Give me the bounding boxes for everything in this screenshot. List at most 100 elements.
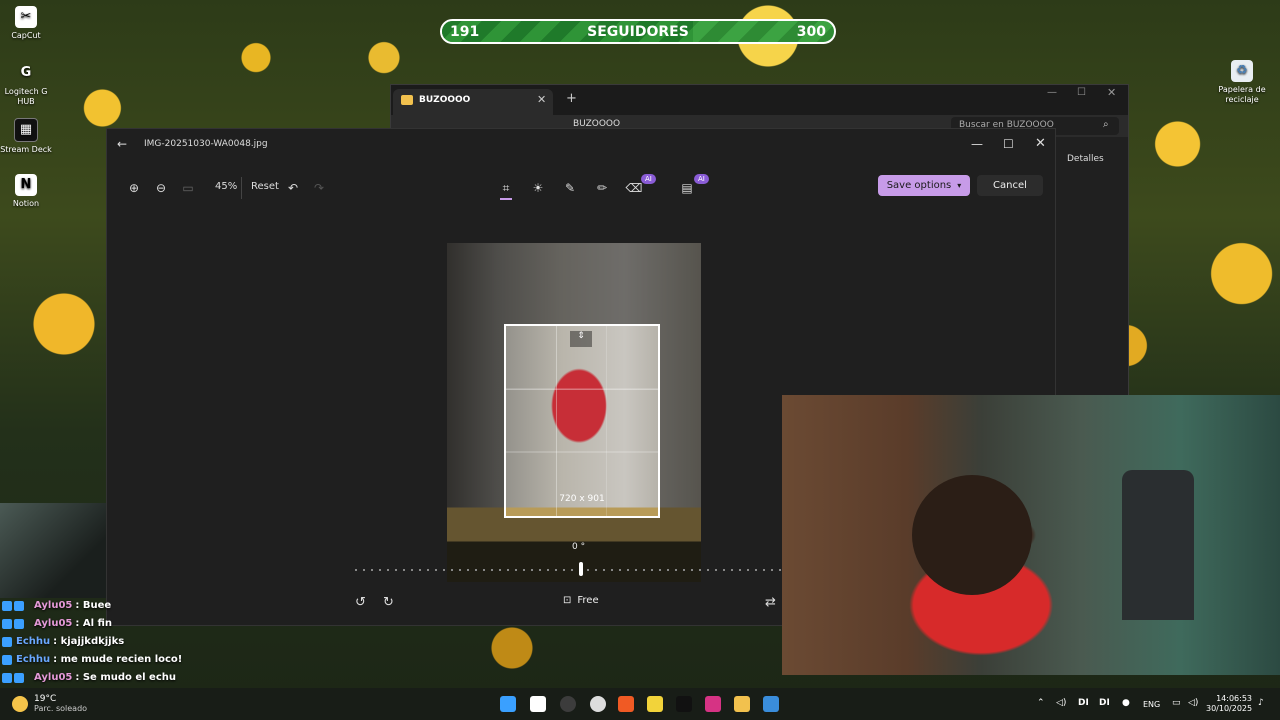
platform-badge-icon	[2, 672, 12, 683]
start-icon[interactable]	[500, 696, 516, 712]
chat-text: : Se mudo el echu	[75, 672, 177, 683]
back-arrow-icon[interactable]: ←	[117, 137, 127, 151]
undo-icon[interactable]: ↶	[282, 177, 304, 199]
ai-badge: AI	[641, 174, 656, 184]
taskbar: 19°C Parc. soleado ⌃ ◁) DI DI ● ENG ▭ ◁)…	[0, 688, 1280, 720]
capcut-icon: ✂	[15, 6, 37, 28]
platform-badge-icon	[2, 618, 12, 629]
reset-button[interactable]: Reset	[251, 181, 279, 192]
desktop-icon-capcut[interactable]: ✂ CapCut	[0, 6, 52, 41]
rotate-right-icon[interactable]: ↻	[383, 595, 394, 610]
search-icon: ⌕	[1103, 119, 1109, 130]
brave-icon[interactable]	[618, 696, 634, 712]
weather-temp: 19°C	[34, 694, 57, 704]
notification-bell-icon[interactable]: ♪	[1258, 698, 1264, 708]
redo-icon[interactable]: ↷	[308, 177, 330, 199]
chat-text: : Buee	[75, 600, 112, 611]
webcam-overlay	[782, 395, 1280, 675]
follower-current: 191	[450, 23, 480, 40]
cancel-button[interactable]: Cancel	[977, 175, 1043, 196]
desktop-icon-logitech[interactable]: G Logitech G HUB	[0, 62, 52, 107]
crop-frame[interactable]: ⇕ 720 x 901	[504, 324, 660, 518]
chat-username: Aylu05	[34, 618, 73, 629]
details-button[interactable]: Detalles	[1067, 154, 1104, 164]
follower-label: SEGUIDORES	[587, 23, 689, 40]
instagram-icon[interactable]	[705, 696, 721, 712]
active-tool-indicator	[500, 198, 512, 200]
weather-desc: Parc. soleado	[34, 704, 88, 713]
maximize-icon[interactable]: ☐	[1003, 137, 1014, 151]
crop-shade-top	[447, 243, 701, 324]
desktop-icon-label: CapCut	[11, 31, 41, 40]
volume-icon[interactable]: ◁)	[1188, 698, 1198, 708]
ai-badge: AI	[694, 174, 709, 184]
platform-badge-icon	[14, 672, 24, 683]
capcut-taskbar-icon[interactable]	[530, 696, 546, 712]
explorer-tab[interactable]: BUZOOOO ✕	[393, 89, 553, 115]
photos-icon[interactable]	[763, 696, 779, 712]
desktop-icon-streamdeck[interactable]: ▦ Stream Deck	[0, 118, 52, 155]
maximize-icon[interactable]: ☐	[1077, 87, 1086, 98]
clock-time: 14:06:53	[1216, 694, 1252, 703]
streamer-head	[912, 475, 1032, 595]
follower-goal-bar: 191 SEGUIDORES 300	[440, 19, 836, 44]
desktop-icon-label: Stream Deck	[0, 145, 52, 154]
crop-handle-top-icon[interactable]: ⇕	[570, 331, 592, 347]
platform-badge-icon	[14, 618, 24, 629]
chat-username: Aylu05	[34, 600, 73, 611]
aspect-ratio-button[interactable]: ⊡ Free	[563, 595, 599, 606]
tray-app-right[interactable]: DI	[1099, 698, 1110, 708]
new-tab-icon[interactable]: +	[566, 91, 577, 106]
chevron-up-icon[interactable]: ⌃	[1037, 698, 1045, 708]
chevron-down-icon: ▾	[957, 181, 962, 190]
weather-widget[interactable]: 19°C Parc. soleado	[12, 694, 87, 714]
draw-icon[interactable]: ✏	[591, 177, 613, 199]
chat-message: Aylu05 : Buee	[2, 597, 111, 614]
zoom-out-icon[interactable]: ⊖	[150, 177, 172, 199]
recycle-bin-icon: ♻	[1231, 60, 1253, 82]
chat-text: : kjajjkdkjjks	[53, 636, 125, 647]
desktop-icon-label: Notion	[12, 199, 40, 208]
streamdeck-icon: ▦	[14, 118, 38, 142]
chat-username: Echhu	[16, 654, 51, 665]
tray-app-left[interactable]: DI	[1078, 698, 1089, 708]
crop-icon[interactable]: ⌗	[495, 177, 517, 199]
zoom-in-icon[interactable]: ⊕	[123, 177, 145, 199]
rotate-left-icon[interactable]: ↺	[355, 595, 366, 610]
desktop-icon-notion[interactable]: N Notion	[0, 174, 52, 209]
rotation-value: 0 °	[572, 542, 586, 552]
swap-orientation-icon[interactable]: ⇄	[765, 595, 776, 610]
speaker-icon[interactable]: ◁)	[1056, 698, 1066, 708]
language-indicator[interactable]: ENG	[1143, 700, 1160, 709]
tiktok-icon[interactable]	[676, 696, 692, 712]
desktop-icon-recycle-bin[interactable]: ♻ Papelera de reciclaje	[1215, 60, 1269, 105]
minimize-icon[interactable]: —	[1047, 87, 1057, 98]
chat-message: Echhu : kjajjkdkjjks	[2, 633, 124, 650]
file-explorer-icon[interactable]	[734, 696, 750, 712]
close-tab-icon[interactable]: ✕	[537, 93, 546, 106]
chrome-icon[interactable]	[560, 696, 576, 712]
rotation-slider-track[interactable]	[355, 569, 785, 571]
network-icon[interactable]: ▭	[1172, 698, 1181, 708]
cancel-label: Cancel	[993, 180, 1027, 191]
explorer-tab-title: BUZOOOO	[419, 95, 471, 105]
clock[interactable]: 14:06:53 30/10/2025	[1206, 694, 1252, 714]
minimize-icon[interactable]: —	[971, 137, 983, 151]
steam-icon[interactable]	[590, 696, 606, 712]
save-options-button[interactable]: Save options ▾	[878, 175, 970, 196]
adjust-icon[interactable]: ☀	[527, 177, 549, 199]
follower-target: 300	[796, 23, 826, 40]
fit-icon[interactable]: ▭	[177, 177, 199, 199]
chat-text: : me mude recien loco!	[53, 654, 183, 665]
rotation-slider-thumb[interactable]	[579, 562, 583, 576]
chat-username: Aylu05	[34, 672, 73, 683]
crop-shade-right	[660, 324, 701, 518]
markup-icon[interactable]: ✎	[559, 177, 581, 199]
chat-username: Echhu	[16, 636, 51, 647]
crop-shade-left	[447, 324, 504, 518]
close-icon[interactable]: ✕	[1035, 136, 1046, 151]
sticky-notes-icon[interactable]	[647, 696, 663, 712]
microphone-icon[interactable]: ●	[1122, 698, 1130, 708]
secondary-webcam	[0, 503, 106, 598]
close-icon[interactable]: ✕	[1107, 86, 1116, 99]
